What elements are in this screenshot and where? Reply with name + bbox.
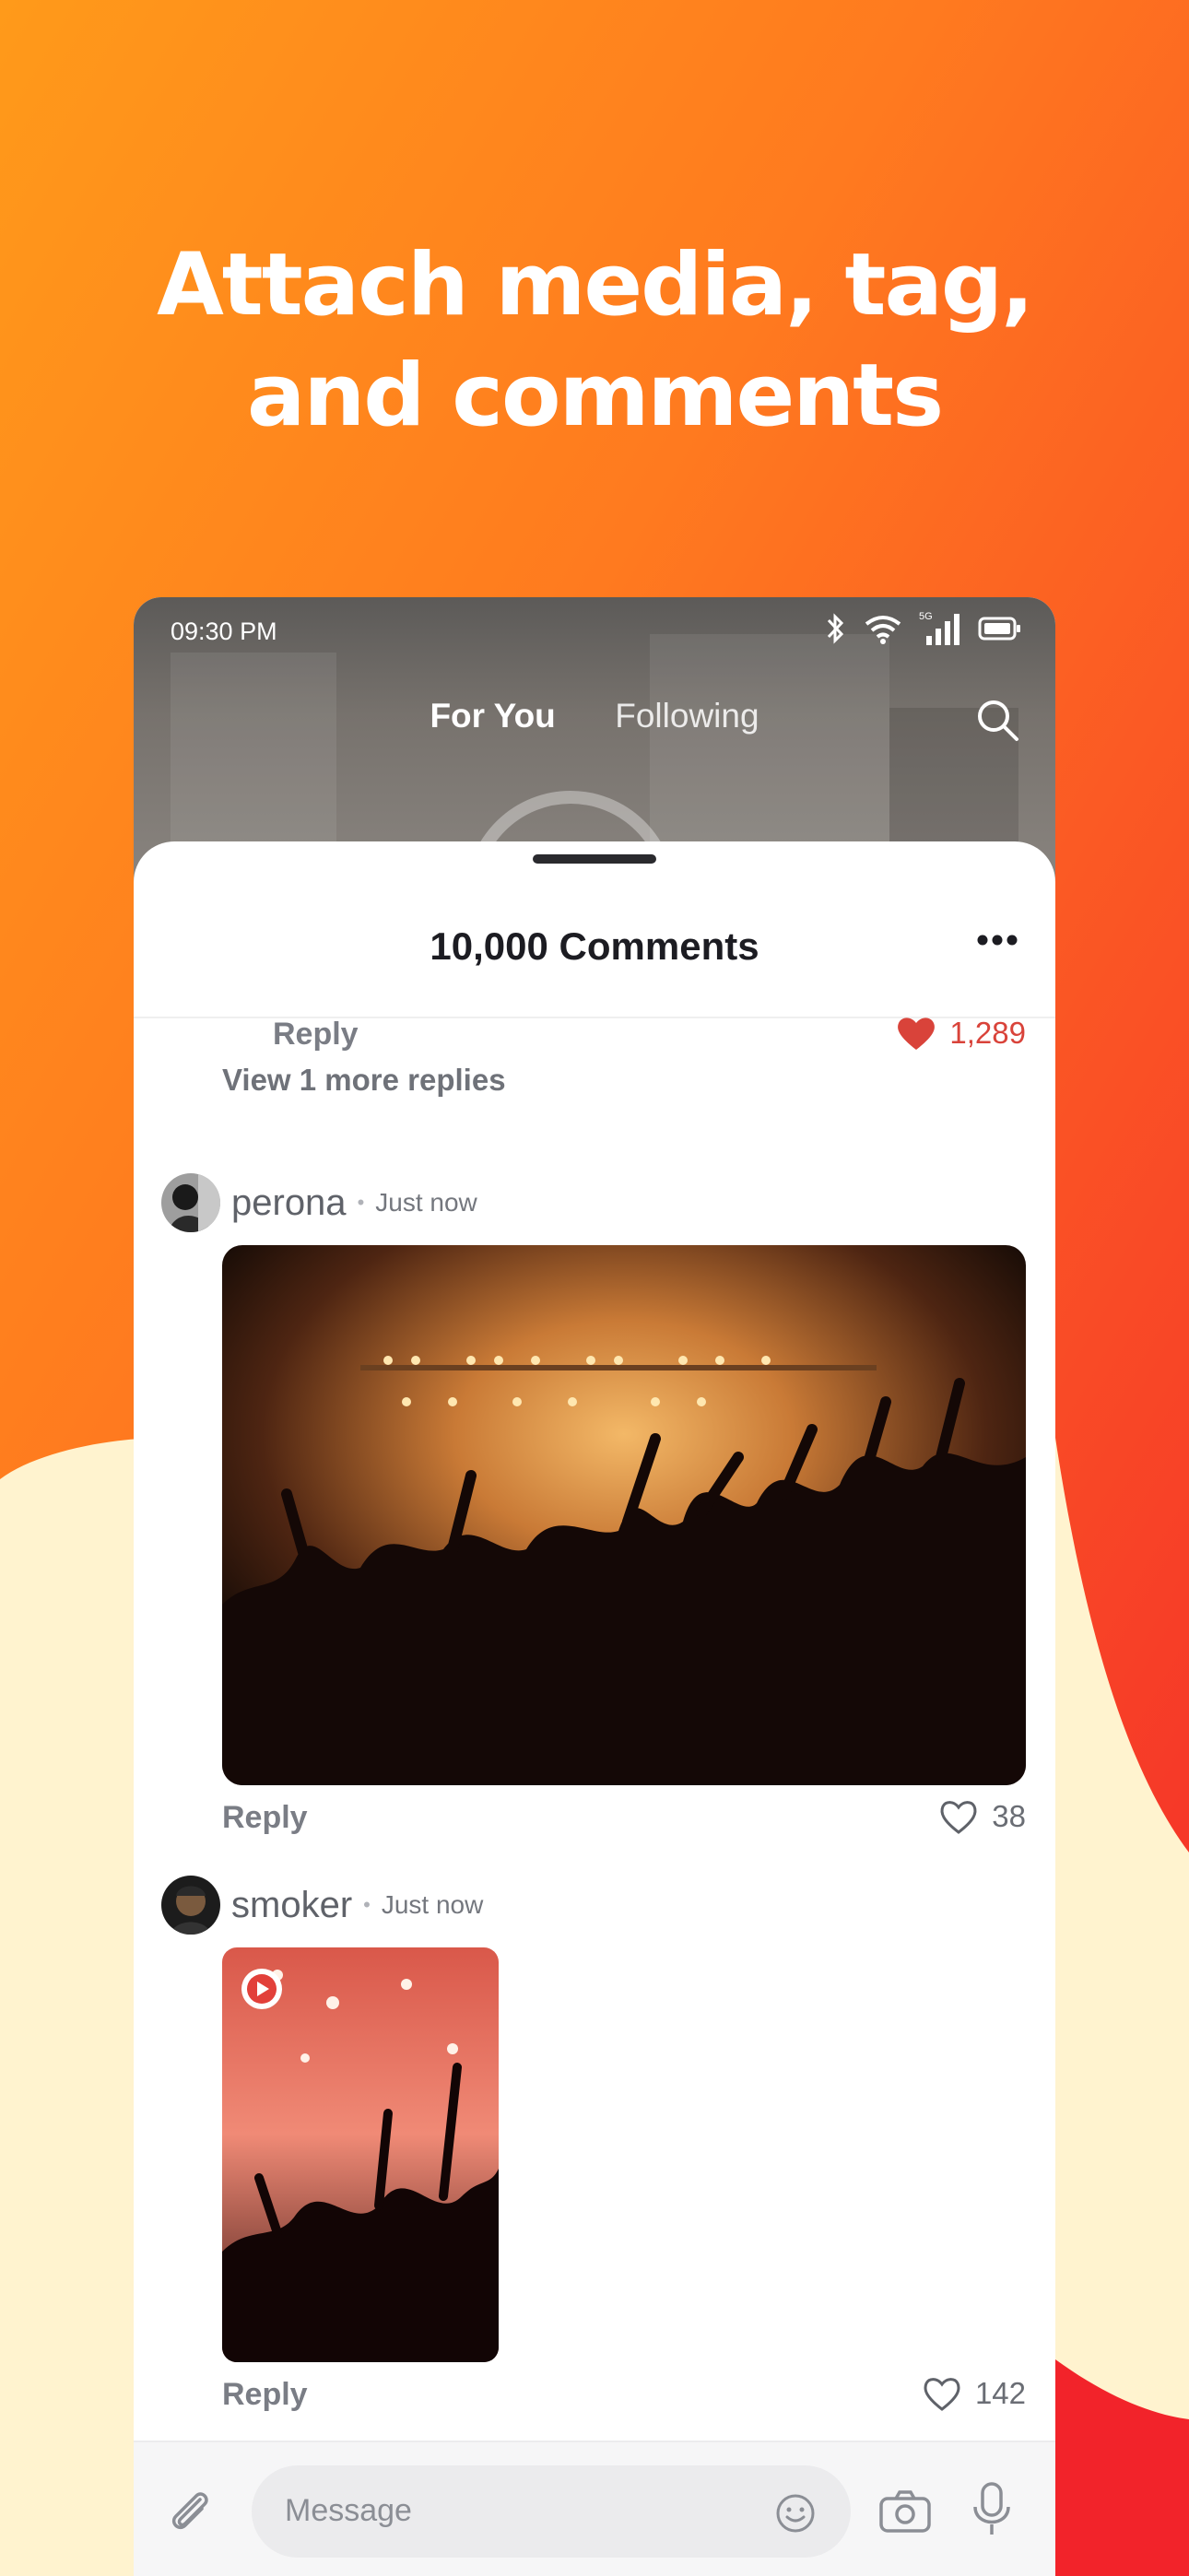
bluetooth-icon	[827, 613, 844, 644]
signal-5g-icon: 5G	[919, 611, 959, 645]
battery-icon	[978, 617, 1020, 641]
sheet-title: 10,000 Comments	[430, 924, 759, 968]
comment-username[interactable]: smoker	[231, 1885, 352, 1926]
separator-dot: •	[363, 1893, 371, 1916]
status-time: 09:30 PM	[171, 618, 277, 645]
comment-media-photo[interactable]	[222, 1245, 1026, 1785]
like-count: 38	[992, 1799, 1026, 1833]
sheet-drag-handle[interactable]	[533, 854, 656, 864]
microphone-icon[interactable]	[971, 2481, 1013, 2538]
heart-outline-icon	[924, 2378, 960, 2411]
feed-tabs: For You Following	[134, 697, 1055, 735]
heart-outline-icon	[940, 1801, 977, 1834]
like-count: 142	[974, 2376, 1026, 2410]
more-options-icon[interactable]	[976, 934, 1018, 947]
heart-filled-icon	[898, 1017, 936, 1050]
like-button[interactable]: 38	[938, 1798, 1026, 1835]
concert-photo	[222, 1245, 1026, 1785]
emoji-icon[interactable]	[775, 2493, 816, 2534]
comment-media-video[interactable]	[222, 1947, 499, 2362]
promo-page: Attach media, tag, and comments 09:30 PM…	[0, 0, 1189, 2576]
avatar[interactable]	[161, 1173, 220, 1232]
headline-line-2: and comments	[246, 346, 944, 446]
comment-time: Just now	[381, 1890, 484, 1919]
play-icon[interactable]	[239, 1966, 285, 2012]
status-icons: 5G	[823, 610, 1022, 647]
svg-text:5G: 5G	[919, 611, 933, 622]
avatar[interactable]	[161, 1876, 220, 1935]
paperclip-icon[interactable]	[165, 2487, 217, 2538]
message-composer: Message	[134, 2441, 1055, 2576]
like-count: 1,289	[949, 1016, 1026, 1050]
headline: Attach media, tag, and comments	[0, 230, 1189, 452]
camera-icon[interactable]	[878, 2488, 932, 2535]
wifi-icon	[865, 616, 901, 644]
view-more-replies-link[interactable]: View 1 more replies	[222, 1063, 506, 1098]
separator-dot: •	[357, 1191, 365, 1214]
message-placeholder: Message	[285, 2493, 412, 2528]
comment-header: smoker • Just now	[161, 1876, 483, 1935]
tab-following[interactable]: Following	[615, 697, 759, 735]
reply-button[interactable]: Reply	[222, 2377, 308, 2413]
message-input[interactable]: Message	[252, 2465, 851, 2558]
tab-for-you[interactable]: For You	[430, 697, 555, 735]
like-button[interactable]: 142	[922, 2375, 1026, 2412]
comment-time: Just now	[375, 1188, 477, 1217]
comment-header: perona • Just now	[161, 1173, 477, 1232]
phone-mockup: 09:30 PM 5G For You Following 10,000 Com…	[134, 597, 1055, 2576]
comments-sheet: 10,000 Comments Reply 1,289 View 1 more …	[134, 841, 1055, 2576]
headline-line-1: Attach media, tag,	[157, 235, 1034, 335]
reply-button[interactable]: Reply	[273, 1017, 359, 1053]
search-icon[interactable]	[974, 697, 1020, 743]
reply-button[interactable]: Reply	[222, 1800, 308, 1836]
comment-username[interactable]: perona	[231, 1182, 347, 1224]
like-button[interactable]: 1,289	[896, 1015, 1026, 1052]
